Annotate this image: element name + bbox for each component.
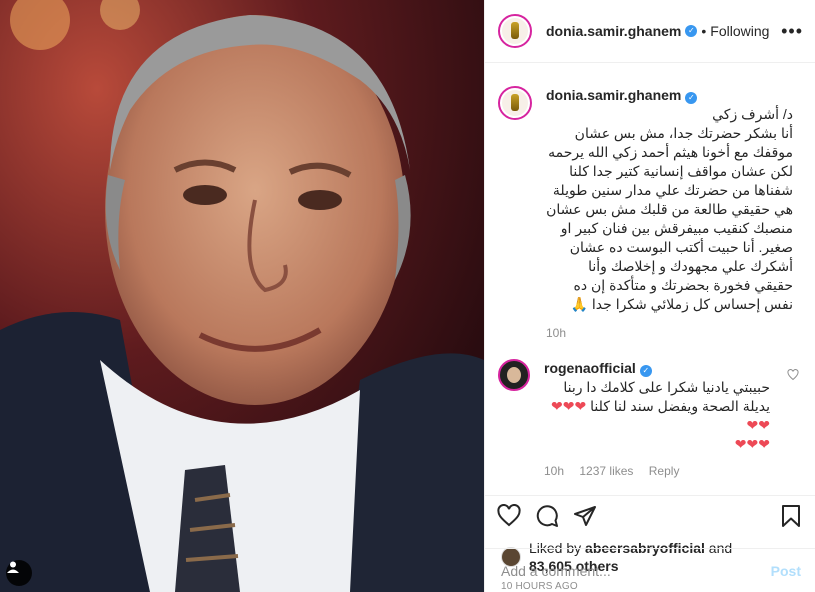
author-avatar[interactable] <box>498 14 532 48</box>
comment-likes[interactable]: 1237 likes <box>579 464 633 478</box>
more-options-icon[interactable]: ••• <box>781 21 803 42</box>
portrait-image <box>0 0 484 592</box>
user-tag-icon <box>7 561 19 573</box>
add-comment-bar: Post <box>485 548 815 592</box>
comment-icon[interactable] <box>535 504 559 528</box>
post-comment-button[interactable]: Post <box>771 563 801 579</box>
verified-badge-icon: ✓ <box>685 25 698 37</box>
separator-dot: • <box>701 23 707 39</box>
comment-reply-button[interactable]: Reply <box>649 464 680 478</box>
caption-username[interactable]: donia.samir.ghanem <box>546 87 681 103</box>
caption-time[interactable]: 10h <box>546 324 793 343</box>
verified-badge-icon: ✓ <box>685 92 698 104</box>
post-side-panel: donia.samir.ghanem ✓ • Following ••• don… <box>484 0 815 592</box>
instagram-post: donia.samir.ghanem ✓ • Following ••• don… <box>0 0 815 592</box>
author-username[interactable]: donia.samir.ghanem <box>546 23 681 39</box>
caption-comment: donia.samir.ghanem ✓ د/ أشرف زكي أنا بشكر… <box>498 86 799 343</box>
commenter-username[interactable]: rogenaofficial <box>544 360 636 376</box>
bookmark-icon[interactable] <box>779 504 803 528</box>
user-tag-button[interactable] <box>6 560 32 586</box>
share-icon[interactable] <box>573 504 597 528</box>
comment-meta: 10h 1237 likes Reply <box>544 462 770 481</box>
heart-icon[interactable] <box>497 503 521 528</box>
comment-item: rogenaofficial ✓ حبيبتي يادنيا شكرا على ك… <box>498 359 799 481</box>
verified-badge-icon: ✓ <box>639 365 652 377</box>
caption-avatar[interactable] <box>498 86 532 120</box>
post-header: donia.samir.ghanem ✓ • Following ••• <box>485 0 815 63</box>
comment-like-heart-icon[interactable] <box>787 369 799 381</box>
action-bar <box>485 495 815 535</box>
comments-section[interactable]: donia.samir.ghanem ✓ د/ أشرف زكي أنا بشكر… <box>485 63 815 495</box>
post-photo[interactable] <box>0 0 484 592</box>
following-button[interactable]: Following <box>710 23 769 39</box>
comment-input[interactable] <box>501 562 771 579</box>
comment-text: حبيبتي يادنيا شكرا على كلامك دا ربنا يدي… <box>551 379 770 452</box>
comment-time[interactable]: 10h <box>544 464 564 478</box>
caption-text: د/ أشرف زكي أنا بشكر حضرتك جدا، مش بس عش… <box>546 106 793 312</box>
commenter-avatar[interactable] <box>498 359 530 391</box>
